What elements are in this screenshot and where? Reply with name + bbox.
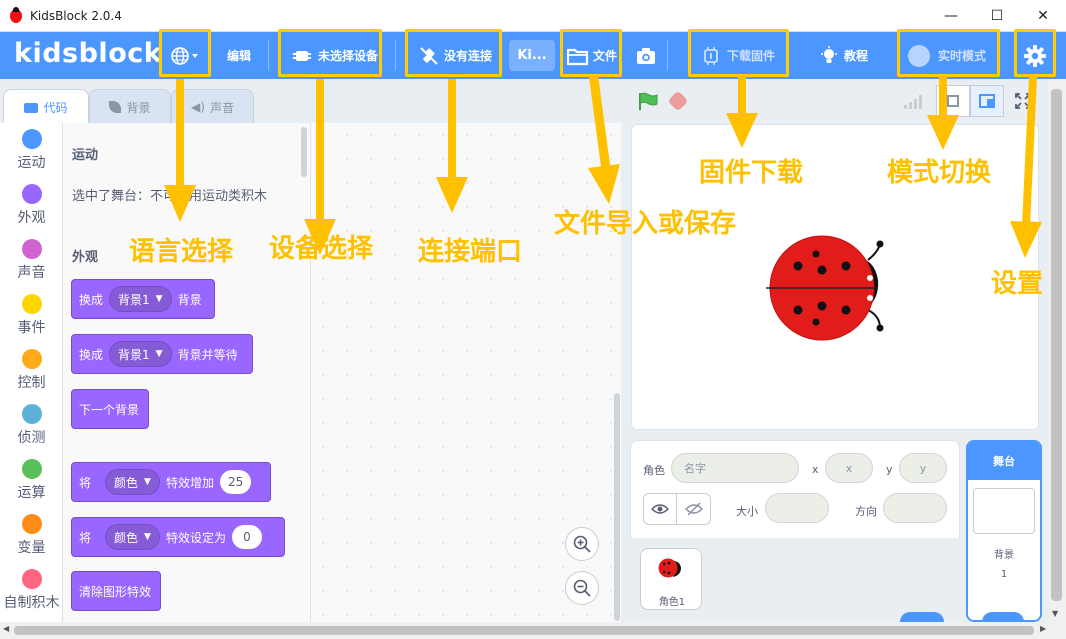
annotation-device: 设备选择 bbox=[269, 234, 374, 264]
annotation-arrows bbox=[164, 75, 1042, 258]
annotation-firmware: 固件下载 bbox=[699, 158, 804, 188]
annotation-connect: 连接端口 bbox=[418, 237, 523, 267]
annotation-file: 文件导入或保存 bbox=[554, 209, 737, 239]
annotation-language: 语言选择 bbox=[129, 237, 234, 267]
annotation-settings: 设置 bbox=[991, 269, 1044, 299]
annotation-mode: 模式切换 bbox=[887, 158, 992, 188]
